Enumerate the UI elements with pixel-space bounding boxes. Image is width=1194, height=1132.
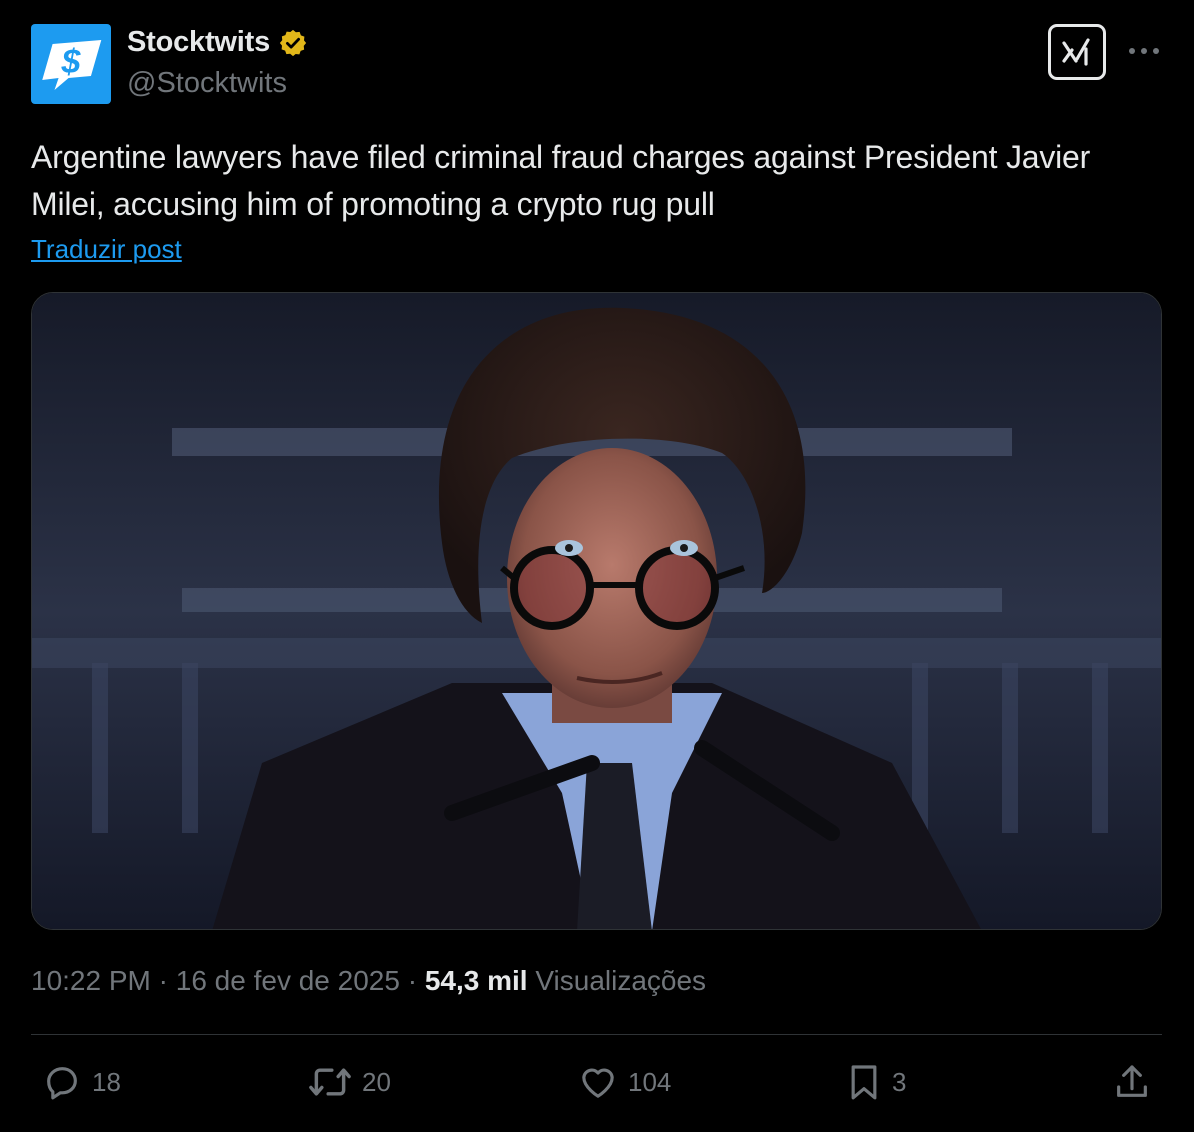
like-count: 104 [628,1066,672,1097]
share-icon [1117,1065,1147,1097]
tweet-card: $ Stocktwits @Stocktwits Argentine lawye… [0,0,1194,1132]
author-avatar[interactable]: $ [31,24,111,104]
meta-separator: · [150,965,176,996]
stocktwits-logo-icon: $ [42,40,102,90]
reply-count: 18 [92,1066,121,1097]
post-time[interactable]: 10:22 PM [31,965,151,996]
translate-post-link[interactable]: Traduzir post [31,234,182,265]
heart-icon [582,1068,614,1098]
photo-of-javier-milei [32,293,1161,929]
share-button[interactable] [1112,1062,1152,1102]
svg-text:$: $ [61,43,82,81]
bookmark-count: 3 [892,1066,907,1097]
repost-icon [309,1068,351,1096]
views-count: 54,3 mil [424,965,528,996]
like-button[interactable]: 104 [578,1062,671,1102]
repost-button[interactable]: 20 [308,1062,391,1102]
verified-badge-icon [279,29,307,56]
divider [31,1034,1162,1035]
author-display-name[interactable]: Stocktwits [127,26,270,59]
post-date[interactable]: 16 de fev de 2025 [176,965,400,996]
reply-icon [47,1067,77,1100]
more-dots-icon [1129,48,1159,54]
bookmark-button[interactable]: 3 [846,1062,906,1102]
repost-count: 20 [362,1066,391,1097]
author-name-row: Stocktwits [127,26,308,59]
meta-separator: · [399,965,425,996]
post-text: Argentine lawyers have filed criminal fr… [31,139,1091,222]
grok-icon [1062,38,1090,66]
post-meta: 10:22 PM · 16 de fev de 2025 · 54,3 mil … [31,965,706,997]
views-label: Visualizações [527,965,707,996]
author-handle[interactable]: @Stocktwits [127,67,287,100]
grok-button[interactable] [1048,24,1106,80]
reply-button[interactable]: 18 [42,1062,121,1102]
more-options-button[interactable] [1126,36,1162,66]
post-image[interactable] [31,292,1162,930]
bookmark-icon [851,1065,877,1100]
